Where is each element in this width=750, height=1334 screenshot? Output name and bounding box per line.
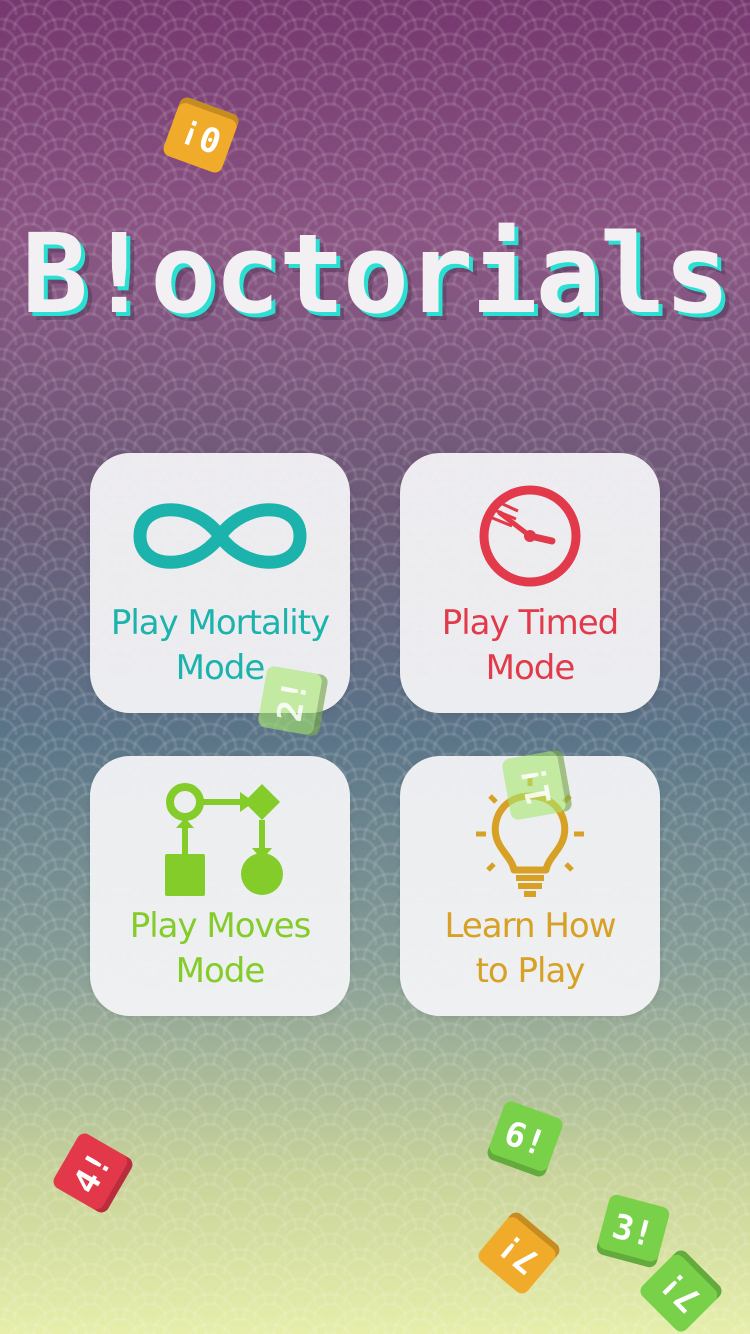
flowchart-icon bbox=[165, 783, 283, 896]
floating-block: 7! bbox=[475, 1209, 563, 1297]
timed-label-line2: Mode bbox=[485, 648, 576, 688]
mortality-label-line1: Play Mortality bbox=[110, 603, 330, 643]
moves-label: Play Moves Mode bbox=[100, 904, 340, 994]
moves-label-line1: Play Moves bbox=[129, 906, 312, 946]
floating-block: 3! bbox=[595, 1193, 671, 1269]
floating-block: 2! bbox=[257, 665, 329, 737]
floating-block: 6! bbox=[485, 1099, 565, 1179]
clock-icon bbox=[479, 485, 581, 587]
timed-label-line1: Play Timed bbox=[441, 603, 620, 643]
moves-label-line2: Mode bbox=[175, 951, 266, 991]
play-timed-mode-button[interactable]: Play Timed Mode bbox=[400, 453, 660, 713]
game-title: B!octorials bbox=[21, 210, 730, 338]
home-screen: B!octorials 0! Play Mortality Mode Play … bbox=[0, 0, 750, 1334]
learn-label-line1: Learn How bbox=[444, 906, 616, 946]
floating-block: 4! bbox=[50, 1130, 136, 1216]
timed-label: Play Timed Mode bbox=[410, 601, 650, 691]
play-moves-mode-button[interactable]: Play Moves Mode bbox=[90, 756, 350, 1016]
infinity-icon bbox=[133, 503, 307, 569]
floating-block: 0! bbox=[161, 95, 241, 175]
floating-block: 1! bbox=[501, 749, 573, 821]
learn-label-line2: to Play bbox=[475, 951, 586, 991]
learn-label: Learn How to Play bbox=[410, 904, 650, 994]
